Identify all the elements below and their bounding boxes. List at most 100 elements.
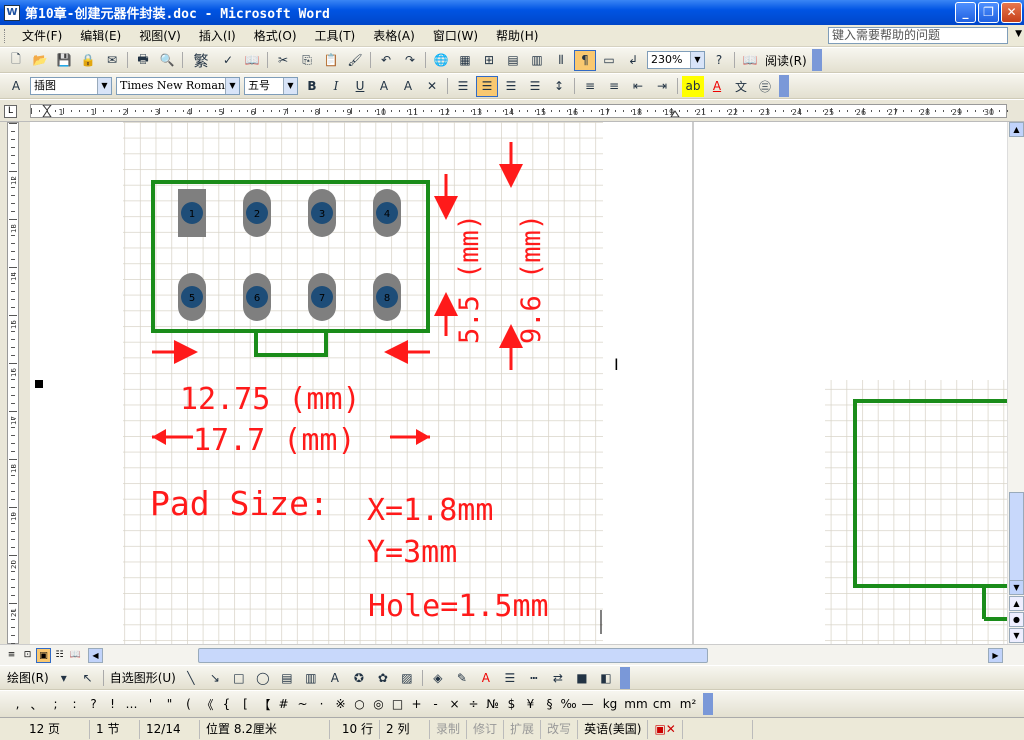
rectangle-icon[interactable]: □ [228, 667, 250, 688]
symbol-button[interactable]: kg [597, 697, 623, 711]
word-app-icon[interactable]: W [4, 4, 20, 21]
autoshapes-menu-button[interactable]: 自选图形(U) [110, 669, 176, 686]
oval-icon[interactable]: ◯ [252, 667, 274, 688]
toolbar-options-icon[interactable] [811, 49, 822, 71]
font-color-draw-icon[interactable]: A [475, 667, 497, 688]
dash-style-icon[interactable]: ┅ [523, 667, 545, 688]
increase-indent-icon[interactable]: ⇥ [651, 76, 673, 97]
hscroll-thumb[interactable] [198, 648, 708, 663]
decrease-indent-icon[interactable]: ⇤ [627, 76, 649, 97]
symbol-button[interactable]: 《 [198, 696, 217, 713]
arrow-icon[interactable]: ↘ [204, 667, 226, 688]
symbol-button[interactable]: 、 [27, 696, 46, 713]
symbol-button[interactable]: m² [675, 697, 701, 711]
symbol-button[interactable]: ÷ [464, 697, 483, 711]
menu-tools[interactable]: 工具(T) [306, 27, 365, 44]
web-view-icon[interactable]: ⊡ [20, 648, 35, 663]
symbol-button[interactable]: … [122, 697, 141, 711]
line-style-icon[interactable]: ☰ [499, 667, 521, 688]
font-size-select[interactable]: 五号 ▼ [244, 77, 298, 95]
permission-icon[interactable]: 🔒 [77, 50, 99, 71]
traditional-chinese-button[interactable]: 繁 [187, 50, 215, 71]
reading-view-icon[interactable]: 📖 [68, 648, 83, 663]
char-scale-icon[interactable]: ✕ [421, 76, 443, 97]
font-color-icon[interactable]: A [706, 76, 728, 97]
spelling-status-icon[interactable]: ▣✕ [648, 719, 683, 739]
read-icon[interactable]: 📖 [739, 50, 761, 71]
symbol-button[interactable]: $ [502, 697, 521, 711]
menu-window[interactable]: 窗口(W) [424, 27, 487, 44]
status-record[interactable]: 录制 [430, 719, 468, 739]
help-icon[interactable]: ? [708, 50, 730, 71]
chevron-down-icon[interactable]: ▼ [283, 78, 297, 94]
underline-icon[interactable]: U [349, 76, 371, 97]
symbol-button[interactable]: # [274, 697, 293, 711]
symbol-button[interactable]: ' [141, 697, 160, 711]
symbol-button[interactable]: § [540, 697, 559, 711]
read-mode-button[interactable]: 阅读(R) [765, 52, 807, 69]
print-icon[interactable]: 🖶 [132, 50, 154, 71]
copy-icon[interactable]: ⎘ [296, 50, 318, 71]
symbol-button[interactable]: ‰ [559, 697, 578, 711]
chevron-down-icon[interactable]: ▼ [97, 78, 111, 94]
select-objects-icon[interactable]: ↖ [77, 667, 99, 688]
insert-table-icon[interactable]: ⊞ [478, 50, 500, 71]
style-select[interactable]: 插图 ▼ [30, 77, 112, 95]
restore-button[interactable]: ❐ [978, 2, 999, 23]
clipart-icon[interactable]: ✿ [372, 667, 394, 688]
close-button[interactable]: ✕ [1001, 2, 1022, 23]
chevron-down-icon[interactable]: ▼ [690, 52, 704, 68]
horizontal-scrollbar[interactable]: ≡ ⊡ ▣ ☷ 📖 ◀ ▶ [0, 644, 1024, 665]
show-formatting-icon[interactable]: ↲ [622, 50, 644, 71]
symbol-button[interactable]: : [65, 697, 84, 711]
menu-format[interactable]: 格式(O) [245, 27, 306, 44]
save-icon[interactable]: 💾 [53, 50, 75, 71]
align-center-icon[interactable]: ☰ [476, 75, 498, 97]
symbol-button[interactable]: ! [103, 697, 122, 711]
cut-icon[interactable]: ✂ [272, 50, 294, 71]
arrow-style-icon[interactable]: ⇄ [547, 667, 569, 688]
symbol-button[interactable]: ※ [331, 697, 350, 711]
first-line-indent-marker[interactable] [41, 104, 53, 111]
char-shading-icon[interactable]: A [397, 76, 419, 97]
status-overtype[interactable]: 改写 [541, 719, 579, 739]
open-icon[interactable]: 📂 [29, 50, 51, 71]
tables-borders-icon[interactable]: ▦ [454, 50, 476, 71]
document-canvas[interactable]: 1 2 3 4 5 6 7 8 12.75 (mm) 17.7 (mm) 5.5 (mm) 9… [30, 122, 1007, 644]
scroll-up-icon[interactable]: ▲ [1009, 122, 1024, 137]
menu-table[interactable]: 表格(A) [364, 27, 424, 44]
menubar-grip[interactable] [4, 28, 7, 43]
symbol-button[interactable]: 【 [255, 696, 274, 713]
new-icon[interactable]: 🗋 [5, 50, 27, 71]
enclose-char-icon[interactable]: ㊂ [754, 76, 776, 97]
print-view-icon[interactable]: ▣ [36, 648, 51, 663]
line-color-icon[interactable]: ✎ [451, 667, 473, 688]
toolbar-options-icon[interactable] [779, 75, 789, 97]
insert-excel-icon[interactable]: ▤ [502, 50, 524, 71]
normal-view-icon[interactable]: ≡ [4, 648, 19, 663]
symbol-button[interactable]: ( [179, 697, 198, 711]
vertical-ruler[interactable]: 12 13 14 15 16 17 18 19 20 21 [0, 122, 30, 644]
chevron-down-icon[interactable]: ▾ [53, 667, 75, 688]
menu-view[interactable]: 视图(V) [130, 27, 190, 44]
scroll-left-icon[interactable]: ◀ [88, 648, 103, 663]
symbol-button[interactable]: ? [84, 697, 103, 711]
paste-icon[interactable]: 📋 [320, 50, 342, 71]
scroll-down-icon[interactable]: ▼ [1009, 580, 1024, 595]
bold-icon[interactable]: B [301, 76, 323, 97]
spelling-icon[interactable]: ✓ [217, 50, 239, 71]
shadow-icon[interactable]: ■ [571, 667, 593, 688]
outline-view-icon[interactable]: ☷ [52, 648, 67, 663]
char-border-icon[interactable]: A [373, 76, 395, 97]
textbox-icon[interactable]: ▤ [276, 667, 298, 688]
draw-menu-button[interactable]: 绘图(R) [7, 669, 49, 686]
fill-color-icon[interactable]: ◈ [427, 667, 449, 688]
status-track-changes[interactable]: 修订 [467, 719, 505, 739]
align-left-icon[interactable]: ☰ [452, 76, 474, 97]
symbol-button[interactable]: ; [46, 697, 65, 711]
toolbar-options-icon[interactable] [619, 666, 630, 689]
horizontal-ruler[interactable]: L 1 1 2 3 4 5 6 7 8 9 10 11 12 13 14 15 16 17 18 19 21 22 23 24… [0, 100, 1024, 122]
symbol-button[interactable]: [ [236, 697, 255, 711]
scroll-right-icon[interactable]: ▶ [988, 648, 1003, 663]
zoom-select[interactable]: 230% ▼ [647, 51, 705, 69]
